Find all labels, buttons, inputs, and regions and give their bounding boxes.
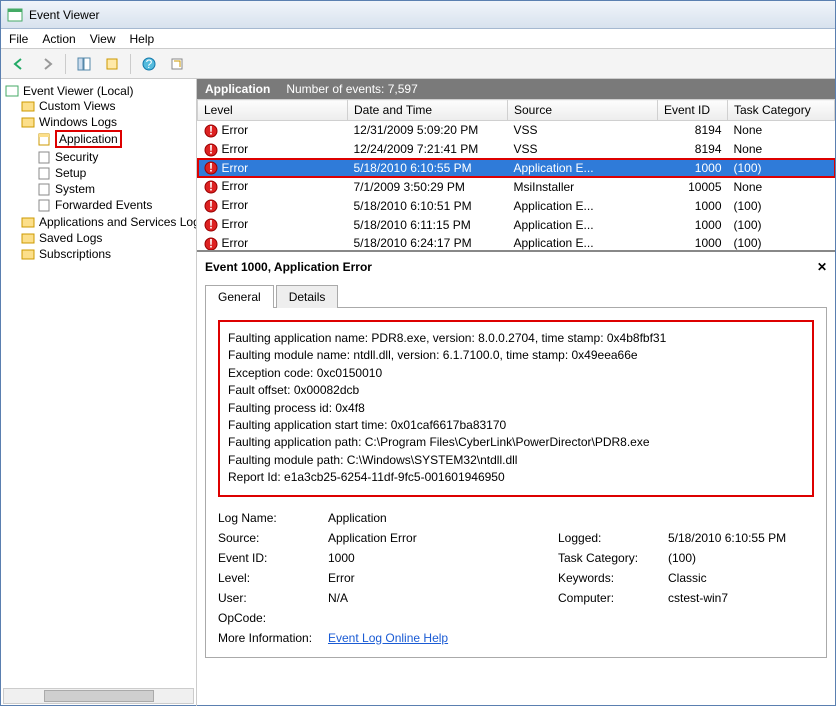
tree-root[interactable]: Event Viewer (Local)	[5, 84, 194, 98]
error-icon: !	[204, 180, 218, 194]
tree-pane: Event Viewer (Local) Custom Views Window…	[1, 79, 197, 706]
tree-subscriptions[interactable]: Subscriptions	[21, 247, 194, 261]
close-icon[interactable]: ✕	[817, 260, 827, 274]
toolbar: ?	[1, 49, 835, 79]
svg-text:!: !	[209, 161, 213, 175]
table-row[interactable]: !Error12/31/2009 5:09:20 PMVSS8194None	[198, 121, 835, 140]
back-button[interactable]	[7, 52, 31, 76]
svg-text:!: !	[209, 124, 213, 138]
error-icon: !	[204, 143, 218, 157]
error-icon: !	[204, 161, 218, 175]
svg-text:!: !	[209, 237, 213, 251]
table-row[interactable]: !Error5/18/2010 6:11:15 PMApplication E.…	[198, 215, 835, 234]
tree-security[interactable]: Security	[37, 150, 194, 164]
svg-text:!: !	[209, 218, 213, 232]
table-row[interactable]: !Error5/18/2010 6:10:51 PMApplication E.…	[198, 196, 835, 215]
detail-textbox: Faulting application name: PDR8.exe, ver…	[218, 320, 814, 497]
content-header: Application Number of events: 7,597	[197, 79, 835, 99]
svg-text:!: !	[209, 143, 213, 157]
detail-pane: Event 1000, Application Error ✕ General …	[197, 251, 835, 706]
tree-saved-logs[interactable]: Saved Logs	[21, 231, 194, 245]
window-title: Event Viewer	[29, 8, 99, 22]
tree-setup[interactable]: Setup	[37, 166, 194, 180]
table-row[interactable]: !Error12/24/2009 7:21:41 PMVSS8194None	[198, 140, 835, 159]
tab-general[interactable]: General	[205, 285, 274, 308]
col-datetime[interactable]: Date and Time	[348, 100, 508, 121]
menu-help[interactable]: Help	[130, 32, 155, 46]
tree-hscrollbar[interactable]	[3, 688, 194, 704]
error-icon: !	[204, 237, 218, 251]
col-taskcat[interactable]: Task Category	[728, 100, 835, 121]
detail-meta: Log Name: Application Source: Applicatio…	[218, 511, 814, 645]
online-help-link[interactable]: Event Log Online Help	[328, 631, 448, 645]
properties-button[interactable]	[100, 52, 124, 76]
svg-text:?: ?	[146, 57, 153, 71]
menu-view[interactable]: View	[90, 32, 116, 46]
tree-application[interactable]: Application	[37, 130, 194, 148]
header-count: Number of events: 7,597	[286, 82, 417, 96]
titlebar: Event Viewer	[1, 1, 835, 29]
refresh-button[interactable]	[165, 52, 189, 76]
tree-forwarded[interactable]: Forwarded Events	[37, 198, 194, 212]
error-icon: !	[204, 199, 218, 213]
col-level[interactable]: Level	[198, 100, 348, 121]
tree-application-label: Application	[55, 130, 122, 148]
event-grid[interactable]: Level Date and Time Source Event ID Task…	[197, 99, 835, 251]
menu-action[interactable]: Action	[42, 32, 75, 46]
error-icon: !	[204, 124, 218, 138]
tree-windows-logs[interactable]: Windows Logs	[21, 115, 194, 129]
show-tree-button[interactable]	[72, 52, 96, 76]
tree-root-label: Event Viewer (Local)	[23, 84, 134, 98]
table-row[interactable]: !Error7/1/2009 3:50:29 PMMsiInstaller100…	[198, 177, 835, 196]
tree-system[interactable]: System	[37, 182, 194, 196]
col-eventid[interactable]: Event ID	[658, 100, 728, 121]
table-row[interactable]: !Error5/18/2010 6:24:17 PMApplication E.…	[198, 234, 835, 251]
tree-app-services[interactable]: Applications and Services Logs	[21, 215, 194, 229]
app-icon	[7, 7, 23, 23]
help-button[interactable]: ?	[137, 52, 161, 76]
menubar: File Action View Help	[1, 29, 835, 49]
tab-details[interactable]: Details	[276, 285, 339, 308]
error-icon: !	[204, 218, 218, 232]
header-title: Application	[205, 82, 270, 96]
menu-file[interactable]: File	[9, 32, 28, 46]
col-source[interactable]: Source	[508, 100, 658, 121]
table-row[interactable]: !Error5/18/2010 6:10:55 PMApplication E.…	[198, 159, 835, 178]
forward-button[interactable]	[35, 52, 59, 76]
svg-text:!: !	[209, 180, 213, 194]
detail-title: Event 1000, Application Error	[205, 260, 372, 274]
tree-custom-views[interactable]: Custom Views	[21, 99, 194, 113]
svg-text:!: !	[209, 199, 213, 213]
